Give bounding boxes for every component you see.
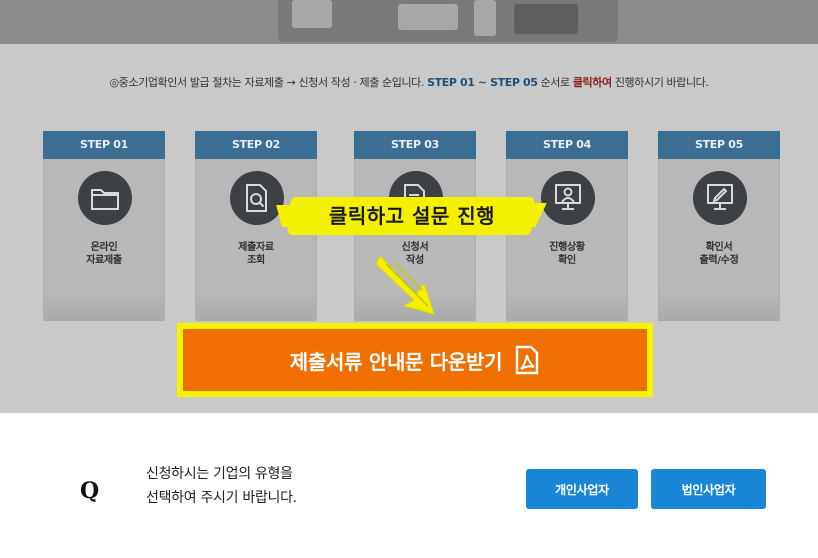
step-label-01-line1: 온라인	[90, 242, 118, 253]
question-mark-label: Q	[80, 478, 100, 504]
banner-illustration	[278, 0, 618, 42]
procedure-intro-text: ◎중소기업확인서 발급 절차는 자료제출 → 신청서 작성 · 제출 순입니다.…	[109, 76, 709, 89]
top-banner	[0, 0, 818, 44]
step-label-02-line1: 제출자료	[238, 242, 274, 253]
business-type-question: 신청하시는 기업의 유형을 선택하여 주시기 바랍니다.	[146, 462, 297, 510]
step-label-05-line2: 출력/수정	[699, 255, 739, 266]
folder-icon	[78, 171, 132, 225]
annotation-text: 클릭하고 설문 진행	[328, 204, 496, 228]
pdf-icon	[516, 345, 539, 375]
annotation-arrow-icon	[375, 255, 435, 315]
step-label-01-line2: 자료제출	[86, 255, 122, 266]
download-guide-label: 제출서류 안내문 다운받기	[289, 349, 503, 374]
step-label-02-line2: 조회	[247, 255, 265, 266]
monitor-person-icon	[541, 171, 595, 225]
individual-business-button[interactable]: 개인사업자	[526, 469, 638, 509]
question-line-1: 신청하시는 기업의 유형을	[146, 466, 293, 482]
step-tab-03: STEP 03	[354, 131, 476, 159]
step-label-05-line1: 확인서	[705, 242, 733, 253]
step-label-04-line2: 확인	[558, 255, 576, 266]
step-label-04-line1: 진행상황	[549, 242, 585, 253]
corporate-business-button[interactable]: 법인사업자	[651, 469, 766, 509]
step-card-01[interactable]: STEP 01 온라인자료제출	[43, 131, 165, 321]
step-tab-01: STEP 01	[43, 131, 165, 159]
step-card-05[interactable]: STEP 05 확인서출력/수정	[658, 131, 780, 321]
question-line-2: 선택하여 주시기 바랍니다.	[146, 490, 297, 506]
monitor-pen-icon	[693, 171, 747, 225]
download-highlight-frame: 제출서류 안내문 다운받기	[177, 323, 653, 397]
document-search-icon	[230, 171, 284, 225]
step-tab-02: STEP 02	[195, 131, 317, 159]
download-guide-button[interactable]: 제출서류 안내문 다운받기	[183, 329, 647, 391]
step-tab-04: STEP 04	[506, 131, 628, 159]
dimmed-overlay-area: ◎중소기업확인서 발급 절차는 자료제출 → 신청서 작성 · 제출 순입니다.…	[0, 0, 818, 413]
step-tab-05: STEP 05	[658, 131, 780, 159]
